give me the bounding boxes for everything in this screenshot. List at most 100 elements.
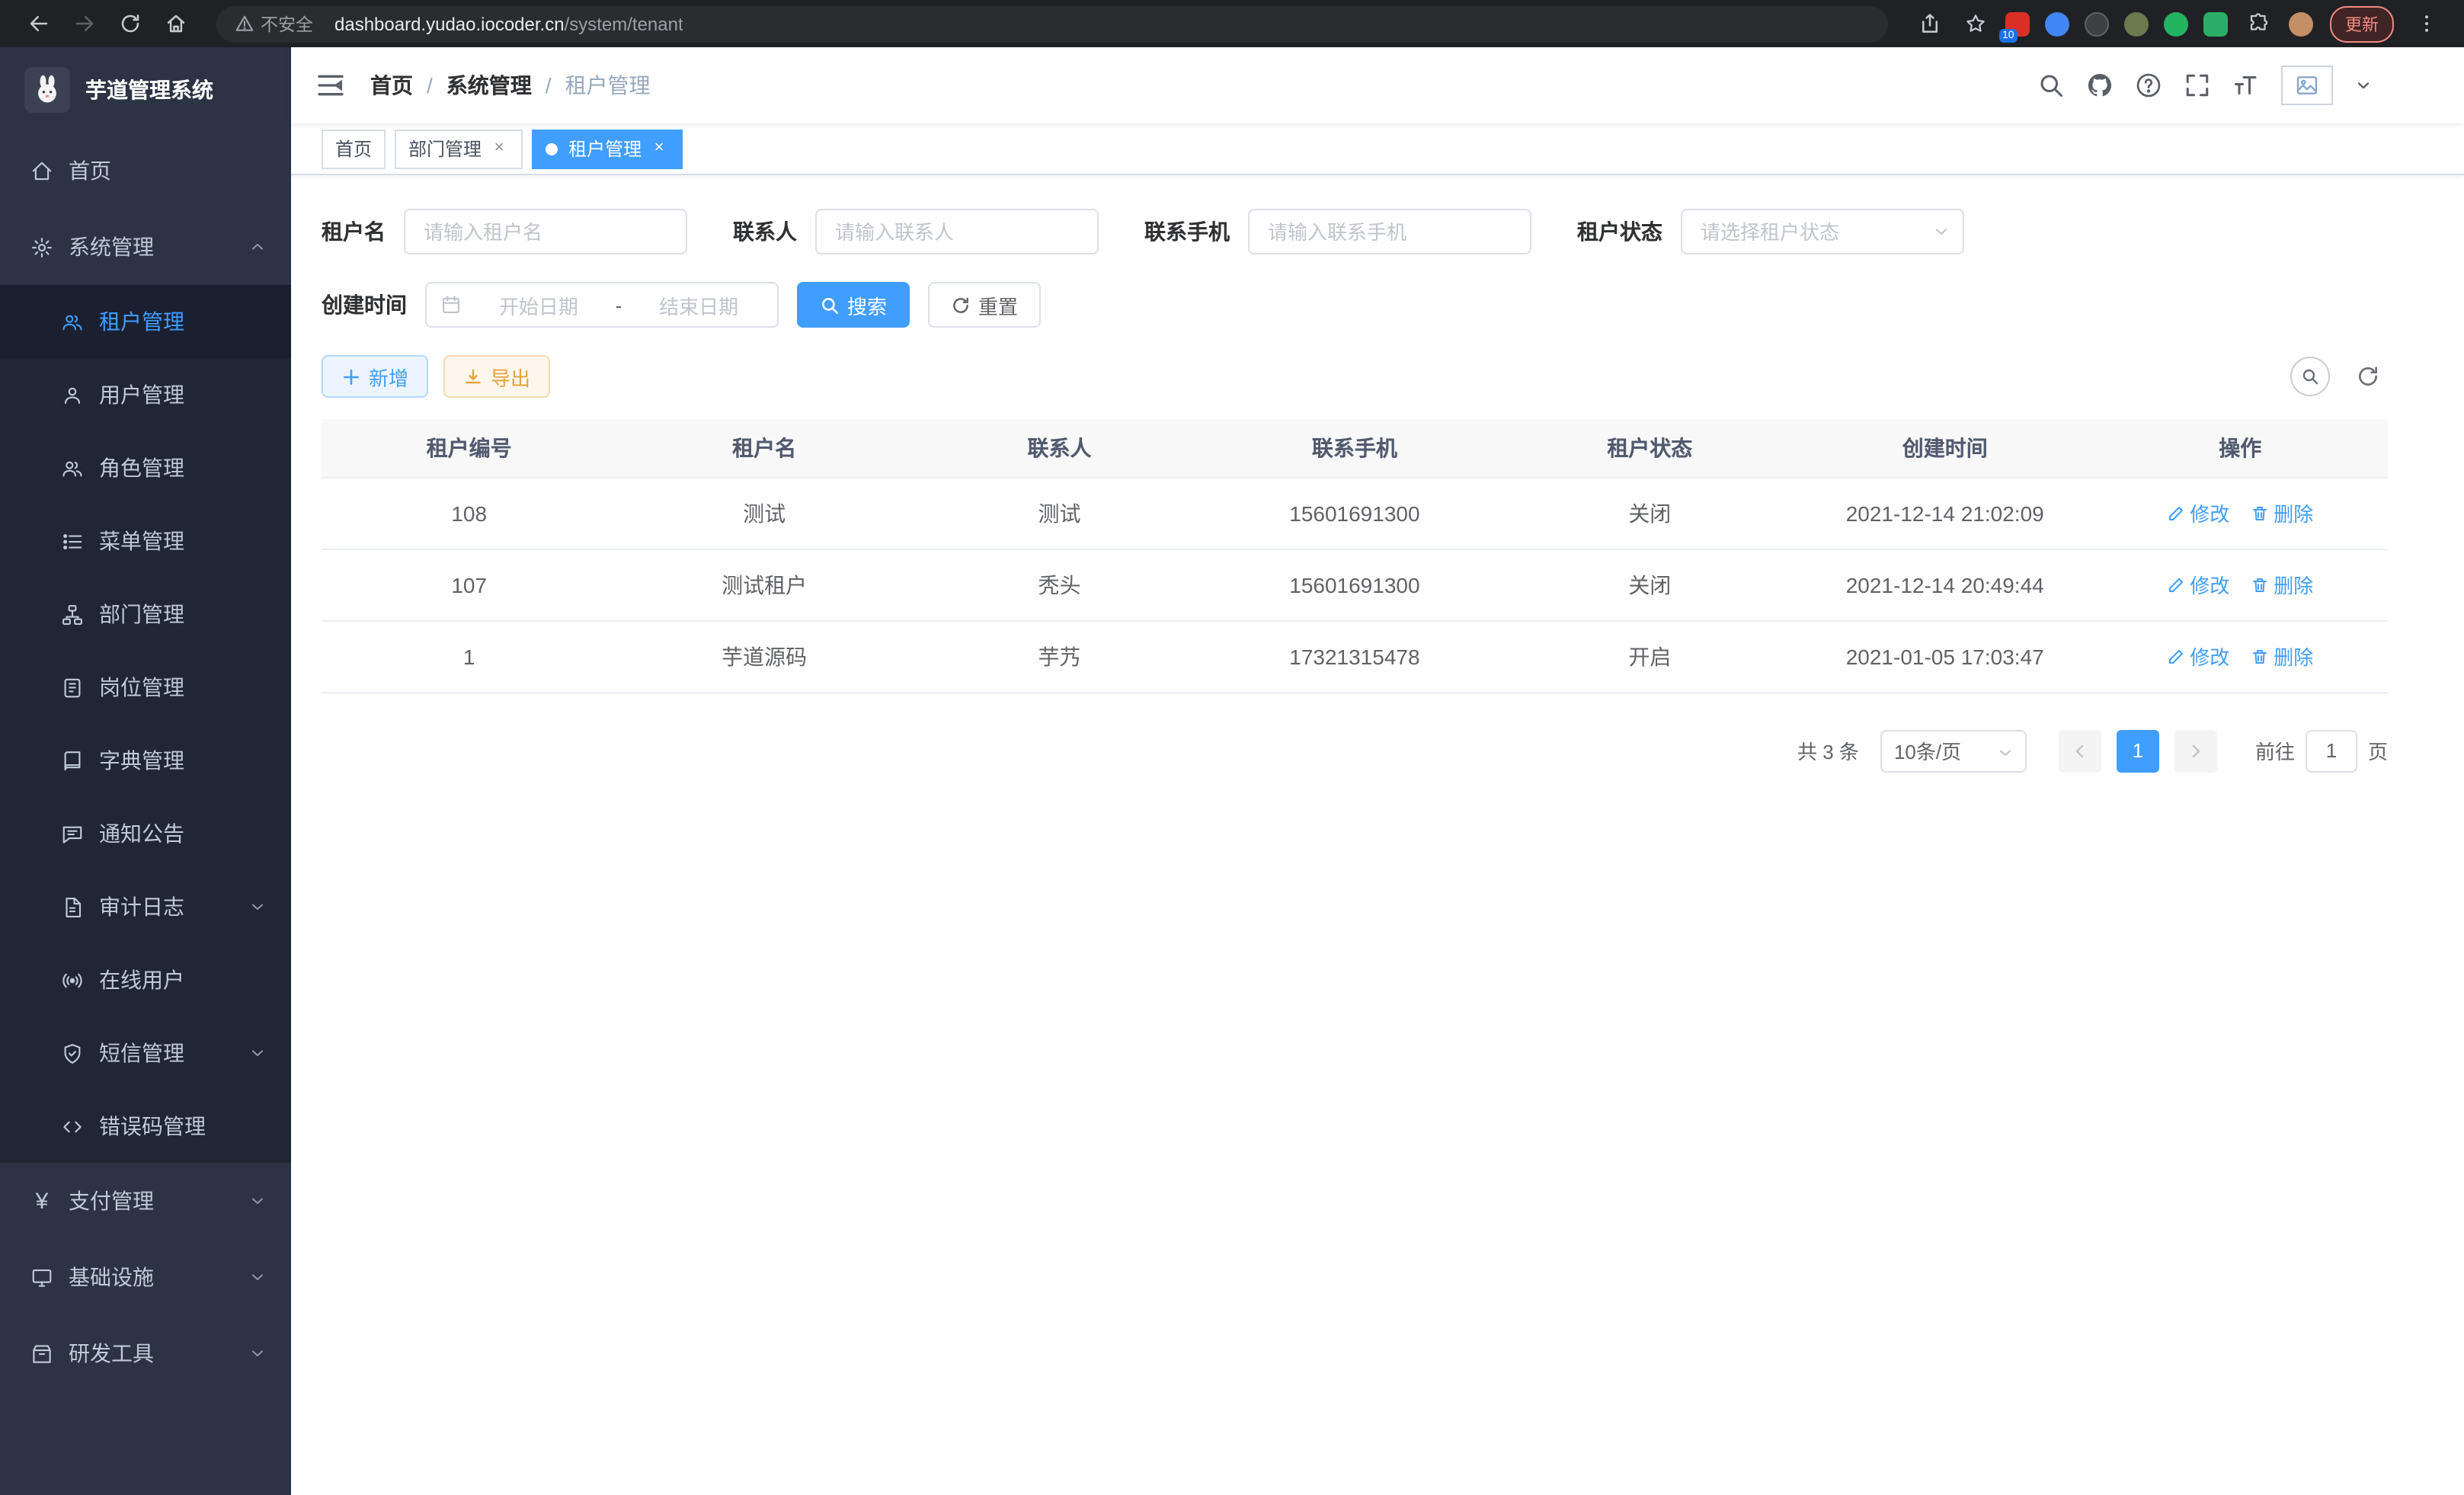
- tab-home[interactable]: 首页: [322, 129, 386, 168]
- github-icon[interactable]: [2086, 72, 2114, 99]
- extensions-puzzle-icon[interactable]: [2240, 5, 2277, 42]
- extension-blue-icon[interactable]: [2045, 11, 2069, 36]
- cell-tenant-name: 测试租户: [616, 549, 911, 620]
- app-title: 芋道管理系统: [85, 75, 213, 105]
- status-select[interactable]: [1681, 209, 1964, 255]
- sidebar-item-menu[interactable]: 菜单管理: [0, 504, 291, 578]
- contact-input[interactable]: [815, 209, 1099, 255]
- caret-down-icon[interactable]: [2354, 76, 2373, 94]
- delete-button[interactable]: 删除: [2251, 642, 2313, 671]
- profile-avatar[interactable]: [2289, 11, 2313, 36]
- sidebar-logo[interactable]: 芋道管理系统: [0, 47, 291, 133]
- breadcrumb-home[interactable]: 首页: [370, 70, 413, 101]
- extension-olive-icon[interactable]: [2124, 11, 2149, 36]
- security-label: 不安全: [261, 11, 313, 36]
- tab-tenant[interactable]: 租户管理 ×: [532, 129, 683, 168]
- sidebar-item-label: 支付管理: [69, 1186, 154, 1216]
- sidebar-toggle-icon[interactable]: [315, 70, 346, 101]
- close-icon[interactable]: ×: [489, 139, 509, 158]
- extension-green-square-icon[interactable]: [2203, 11, 2228, 36]
- tab-label: 部门管理: [408, 136, 482, 162]
- edit-button[interactable]: 修改: [2167, 642, 2229, 671]
- edit-button[interactable]: 修改: [2167, 498, 2229, 527]
- sidebar-item-dict[interactable]: 字典管理: [0, 724, 291, 797]
- sidebar-item-user[interactable]: 用户管理: [0, 358, 291, 431]
- sidebar-item-error-code[interactable]: 错误码管理: [0, 1090, 291, 1163]
- sidebar-item-dept[interactable]: 部门管理: [0, 578, 291, 651]
- edit-icon: [2167, 575, 2185, 594]
- cell-tenant-id: 107: [322, 549, 616, 620]
- tenant-name-label: 租户名: [322, 216, 386, 247]
- edit-button[interactable]: 修改: [2167, 570, 2229, 599]
- extension-green-circle-icon[interactable]: [2164, 11, 2188, 36]
- extension-dark-icon[interactable]: [2085, 11, 2109, 36]
- message-icon: [61, 822, 84, 845]
- sidebar-item-audit-log[interactable]: 审计日志: [0, 870, 291, 943]
- add-button[interactable]: 新增: [322, 355, 428, 398]
- prev-page-button[interactable]: [2059, 729, 2101, 772]
- chevron-down-icon: [248, 1268, 267, 1286]
- delete-button[interactable]: 删除: [2251, 498, 2313, 527]
- export-button[interactable]: 导出: [443, 355, 550, 398]
- reset-button-label: 重置: [978, 290, 1018, 319]
- status-select-input[interactable]: [1681, 209, 1964, 255]
- sidebar-item-tenant[interactable]: 租户管理: [0, 285, 291, 358]
- cell-tenant-name: 芋道源码: [616, 620, 911, 692]
- sidebar-item-system[interactable]: 系统管理: [0, 209, 291, 285]
- bookmark-star-icon[interactable]: [1957, 5, 1993, 42]
- cell-tenant-name: 测试: [616, 477, 911, 549]
- forward-icon[interactable]: [66, 5, 102, 42]
- sidebar-item-dev-tools[interactable]: 研发工具: [0, 1315, 291, 1391]
- cell-contact: 秃头: [912, 549, 1207, 620]
- kebab-menu-icon[interactable]: [2408, 5, 2444, 42]
- delete-button[interactable]: 删除: [2251, 570, 2313, 599]
- sidebar-item-post[interactable]: 岗位管理: [0, 651, 291, 724]
- fullscreen-icon[interactable]: [2184, 72, 2211, 99]
- browser-update-button[interactable]: 更新: [2330, 5, 2394, 42]
- security-warning[interactable]: 不安全: [235, 11, 313, 36]
- cell-created: 2021-01-05 17:03:47: [1797, 620, 2092, 692]
- page-number-button[interactable]: 1: [2117, 729, 2159, 772]
- refresh-icon[interactable]: [111, 5, 148, 42]
- sidebar-item-label: 首页: [69, 155, 111, 186]
- breadcrumb-separator: /: [546, 73, 552, 98]
- sidebar-item-notice[interactable]: 通知公告: [0, 797, 291, 870]
- edit-label: 修改: [2190, 570, 2229, 599]
- sidebar-menu: 首页 系统管理 租户管理 用户管理: [0, 133, 291, 1495]
- search-button[interactable]: 搜索: [797, 282, 910, 328]
- close-icon[interactable]: ×: [649, 139, 669, 158]
- refresh-table-button[interactable]: [2348, 357, 2388, 396]
- back-icon[interactable]: [20, 5, 56, 42]
- date-range-picker[interactable]: 开始日期 - 结束日期: [425, 282, 779, 328]
- tenant-name-input[interactable]: [404, 209, 687, 255]
- sidebar-item-infra[interactable]: 基础设施: [0, 1239, 291, 1315]
- next-page-button[interactable]: [2174, 729, 2217, 772]
- goto-label: 前往: [2255, 736, 2295, 765]
- extension-red-icon[interactable]: 10: [2005, 11, 2030, 36]
- filter-contact: 联系人: [733, 209, 1099, 255]
- help-icon[interactable]: [2135, 72, 2162, 99]
- avatar[interactable]: [2281, 66, 2333, 105]
- breadcrumb-system[interactable]: 系统管理: [446, 70, 532, 101]
- sidebar-item-role[interactable]: 角色管理: [0, 431, 291, 504]
- sidebar-item-payment[interactable]: ¥ 支付管理: [0, 1163, 291, 1239]
- url-domain: dashboard.yudao.iocoder.cn: [334, 13, 565, 34]
- phone-input[interactable]: [1248, 209, 1531, 255]
- breadcrumb-current: 租户管理: [565, 70, 651, 101]
- page-size-select[interactable]: 10条/页: [1880, 729, 2027, 772]
- reset-button[interactable]: 重置: [928, 282, 1041, 328]
- tab-dept[interactable]: 部门管理 ×: [395, 129, 523, 168]
- search-icon[interactable]: [2037, 72, 2065, 99]
- sidebar-item-sms[interactable]: 短信管理: [0, 1016, 291, 1090]
- font-size-icon[interactable]: [2232, 72, 2260, 99]
- share-icon[interactable]: [1911, 5, 1947, 42]
- toggle-search-button[interactable]: [2290, 357, 2330, 396]
- chevron-down-icon: [1996, 743, 2014, 761]
- goto-page-input[interactable]: [2306, 729, 2357, 772]
- home-icon[interactable]: [157, 5, 194, 42]
- gear-icon: [30, 235, 53, 258]
- trash-icon: [2251, 647, 2269, 665]
- sidebar-item-online-users[interactable]: 在线用户: [0, 943, 291, 1016]
- address-bar[interactable]: 不安全 dashboard.yudao.iocoder.cn/system/te…: [216, 5, 1888, 42]
- sidebar-item-home[interactable]: 首页: [0, 133, 291, 209]
